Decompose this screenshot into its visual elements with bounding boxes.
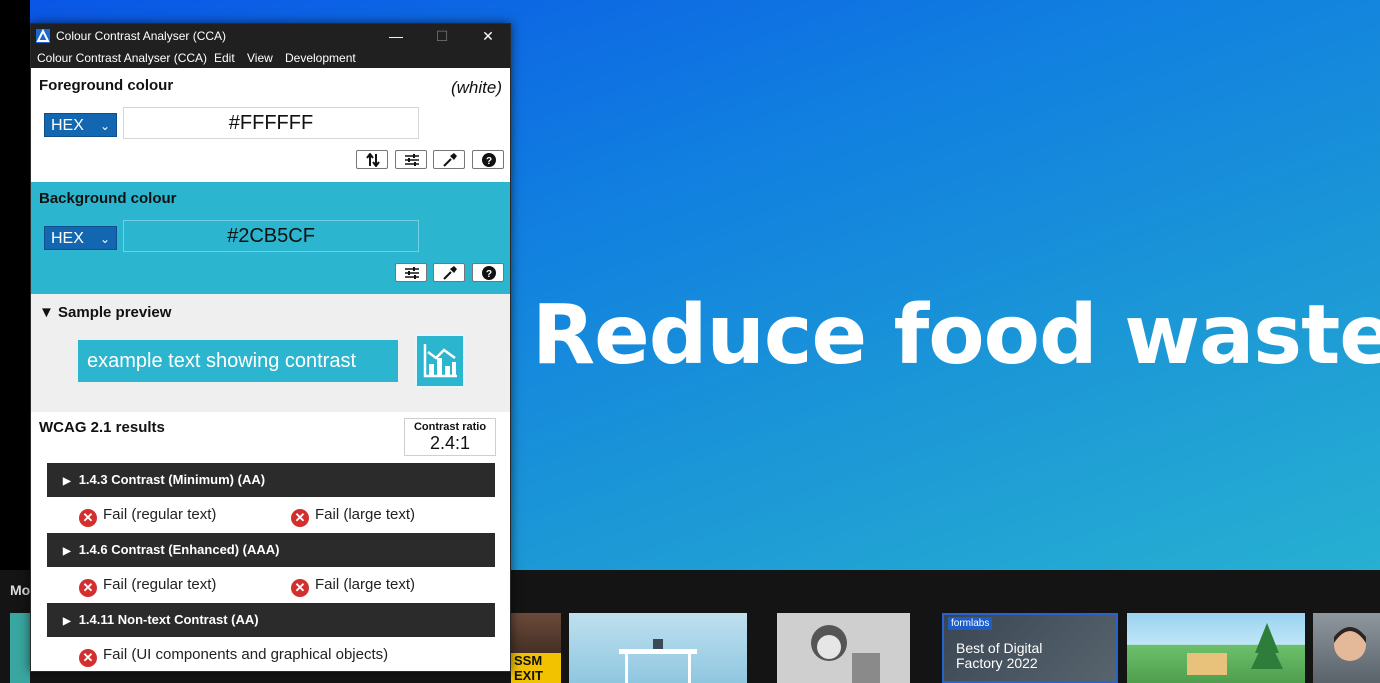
preview-toggle[interactable]: ▼ Sample preview [39,304,171,321]
result-1-4-6-large: ✕ Fail (large text) [291,575,416,597]
result-text: Fail (regular text) [103,576,217,593]
foreground-section: Foreground colour (white) HEX ⌄ #FFFFFF … [31,68,510,182]
results-title: WCAG 2.1 results [39,419,165,436]
result-1-4-6-regular: ✕ Fail (regular text) [79,575,217,597]
fail-icon: ✕ [79,509,97,527]
menu-bar: Colour Contrast Analyser (CCA) Edit View… [31,48,510,68]
eyedropper-icon [443,266,457,280]
result-text: Fail (regular text) [103,506,217,523]
contrast-ratio-value: 2.4:1 [429,433,471,453]
fail-icon: ✕ [291,509,309,527]
result-text: Fail (UI components and graphical object… [103,646,389,663]
result-1-4-3-large: ✕ Fail (large text) [291,505,416,527]
preview-sample-text: example text showing contrast [78,340,398,382]
thumbnail-t5[interactable] [777,613,910,683]
foreground-title: Foreground colour [39,77,174,94]
window-title: Colour Contrast Analyser (CCA) [56,29,227,43]
sliders-icon [405,154,419,166]
video-headline: Reduce food waste [532,288,1380,383]
menu-development[interactable]: Development [285,51,356,65]
criterion-name: 1.4.6 Contrast (Enhanced) (AAA) [78,542,280,557]
help-icon: ? [482,266,496,280]
background-hex-input[interactable]: #2CB5CF [123,220,419,252]
left-black-bar [0,0,30,570]
thumbnail-t4[interactable] [569,613,747,683]
background-help-button[interactable]: ? [472,263,504,282]
swap-icon [366,153,380,167]
triangle-right-icon: ▶ [63,546,71,557]
result-text: Fail (large text) [315,506,416,523]
contrast-ratio-label: Contrast ratio [413,421,487,433]
menu-view[interactable]: View [247,51,273,65]
thumbnail-t7[interactable] [1127,613,1305,683]
formlabs-badge: formlabs [948,617,993,630]
criterion-1-4-3-header[interactable]: ▶ 1.4.3 Contrast (Minimum) (AA) [47,463,495,497]
criterion-1-4-6-header[interactable]: ▶ 1.4.6 Contrast (Enhanced) (AAA) [47,533,495,567]
contrast-ratio-box: Contrast ratio 2.4:1 [404,418,496,456]
menu-edit[interactable]: Edit [214,51,235,65]
result-text: Fail (large text) [315,576,416,593]
thumbnail-exit-label: SSM EXIT [511,653,561,683]
criterion-name: 1.4.11 Non-text Contrast (AA) [78,612,259,627]
background-title: Background colour [39,190,177,207]
menu-cca[interactable]: Colour Contrast Analyser (CCA) [37,51,207,65]
more-videos-label: Mo [10,582,31,598]
thumbnail-title: Best of Digital Factory 2022 [956,640,1043,671]
chevron-down-icon: ⌄ [99,119,110,133]
background-format-value: HEX [51,230,84,247]
fail-icon: ✕ [79,649,97,667]
person-illustration [1334,627,1366,661]
chevron-down-icon: ⌄ [99,232,110,246]
foreground-format-value: HEX [51,117,84,134]
triangle-down-icon: ▼ [39,304,54,321]
minimize-button[interactable]: — [373,24,419,48]
desktop-stage: Reduce food waste Mo SSM EXIT formlabs B… [0,0,1380,683]
background-eyedropper-button[interactable] [433,263,465,282]
fail-icon: ✕ [79,579,97,597]
preview-graphic [415,334,465,388]
triangle-right-icon: ▶ [63,616,71,627]
svg-text:?: ? [486,269,492,280]
swap-colours-button[interactable] [356,150,388,169]
preview-section: ▼ Sample preview example text showing co… [31,294,510,412]
close-button[interactable]: ✕ [465,24,510,48]
thumbnail-t3[interactable]: SSM EXIT [511,613,561,683]
table-illustration [619,639,697,683]
chart-icon [423,344,457,378]
background-format-select[interactable]: HEX ⌄ [44,226,117,250]
cartoon-illustration [811,625,880,683]
foreground-sliders-button[interactable] [395,150,427,169]
triangle-right-icon: ▶ [63,476,71,487]
foreground-hex-input[interactable]: #FFFFFF [123,107,419,139]
criterion-name: 1.4.3 Contrast (Minimum) (AA) [78,472,266,487]
thumbnail-t1[interactable] [10,613,30,683]
landscape-illustration [1187,623,1283,675]
help-icon: ? [482,153,496,167]
background-section: Background colour HEX ⌄ #2CB5CF ? [31,182,510,294]
title-bar[interactable]: Colour Contrast Analyser (CCA) — ☐ ✕ [31,24,510,48]
svg-text:?: ? [486,156,492,167]
foreground-color-name: (white) [450,78,502,97]
thumbnail-t6[interactable]: formlabs Best of Digital Factory 2022 [942,613,1118,683]
foreground-help-button[interactable]: ? [472,150,504,169]
sliders-icon [405,267,419,279]
criterion-1-4-11-header[interactable]: ▶ 1.4.11 Non-text Contrast (AA) [47,603,495,637]
foreground-format-select[interactable]: HEX ⌄ [44,113,117,137]
results-section: WCAG 2.1 results Contrast ratio 2.4:1 ▶ 1… [31,412,510,671]
result-1-4-3-regular: ✕ Fail (regular text) [79,505,217,527]
thumbnail-t8[interactable] [1313,613,1380,683]
background-sliders-button[interactable] [395,263,427,282]
maximize-button[interactable]: ☐ [419,24,465,48]
foreground-eyedropper-button[interactable] [433,150,465,169]
fail-icon: ✕ [291,579,309,597]
preview-title: Sample preview [58,304,172,321]
cca-window: Colour Contrast Analyser (CCA) — ☐ ✕ Col… [30,23,511,672]
eyedropper-icon [443,153,457,167]
result-1-4-11-ui: ✕ Fail (UI components and graphical objec… [79,645,389,667]
app-logo-icon [36,29,50,43]
